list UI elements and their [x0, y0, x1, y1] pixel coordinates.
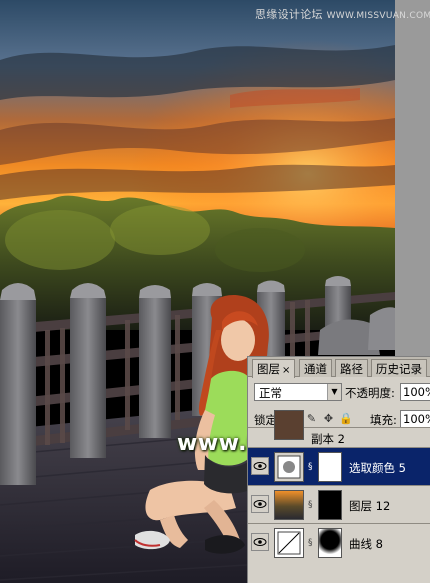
layers-panel: 图层× 通道 路径 历史记录 正常 ▼ 不透明度: 100% 锁定: ▢ ✎ ✥…	[247, 356, 430, 583]
layer-name: 副本 2	[311, 432, 345, 446]
watermark-top-cn: 思缘设计论坛	[255, 8, 323, 21]
watermark-top-en: WWW.MISSVUAN.COM	[326, 11, 430, 21]
tab-paths-label: 路径	[340, 362, 363, 376]
adjustment-thumbnail	[274, 528, 304, 558]
opacity-label: 不透明度:	[345, 386, 395, 400]
opacity-input[interactable]: 100%	[400, 383, 430, 401]
link-icon: §	[308, 500, 313, 510]
link-icon: §	[308, 462, 313, 472]
adjustment-thumbnail	[274, 452, 304, 482]
selective-color-icon	[277, 455, 301, 479]
eye-icon[interactable]	[251, 457, 269, 475]
eye-icon	[253, 538, 267, 546]
layer-mask-thumbnail	[318, 528, 342, 558]
layer-thumbnail	[274, 410, 304, 440]
tab-layers[interactable]: 图层 ×	[252, 359, 296, 378]
layer-name: 选取颜色 5	[349, 461, 406, 475]
fill-label: 填充:	[370, 413, 397, 427]
eye-icon[interactable]	[251, 495, 269, 513]
layer-name: 图层 12	[349, 499, 391, 513]
layer-row[interactable]: 副本 2	[248, 410, 430, 447]
panel-tabs: 图层 × 通道 路径 历史记录	[248, 357, 430, 378]
blend-mode-select[interactable]: 正常 ▼	[254, 383, 342, 401]
lock-all-icon[interactable]: 🔒	[339, 412, 353, 425]
layer-row[interactable]: § 图层 12	[248, 485, 430, 523]
eye-icon	[253, 462, 267, 470]
eye-icon	[253, 500, 267, 508]
tab-paths[interactable]: 路径	[335, 359, 368, 377]
tab-history-label: 历史记录	[376, 362, 422, 376]
tab-channels-label: 通道	[304, 362, 327, 376]
fill-input[interactable]: 100%	[400, 410, 430, 428]
chevron-down-icon[interactable]: ▼	[327, 384, 341, 400]
layer-mask-thumbnail	[318, 452, 342, 482]
lock-brush-icon[interactable]: ✎	[305, 412, 318, 425]
layer-name: 曲线 8	[349, 537, 383, 551]
watermark-top: 思缘设计论坛 WWW.MISSVUAN.COM	[255, 6, 430, 22]
layer-thumbnail	[274, 490, 304, 520]
layer-row-selected[interactable]: § 选取颜色 5	[248, 447, 430, 485]
blend-row: 正常 ▼ 不透明度: 100%	[248, 381, 430, 403]
blend-mode-value: 正常	[259, 386, 282, 400]
lock-move-icon[interactable]: ✥	[322, 412, 335, 425]
tab-history[interactable]: 历史记录	[371, 359, 427, 377]
tab-layers-label: 图层	[257, 362, 280, 376]
close-icon[interactable]: ×	[282, 365, 290, 376]
layer-row[interactable]: § 曲线 8	[248, 523, 430, 561]
layer-mask-thumbnail	[318, 490, 342, 520]
tab-channels[interactable]: 通道	[299, 359, 332, 377]
link-icon: §	[308, 538, 313, 548]
curves-icon	[277, 531, 301, 555]
eye-icon[interactable]	[251, 533, 269, 551]
